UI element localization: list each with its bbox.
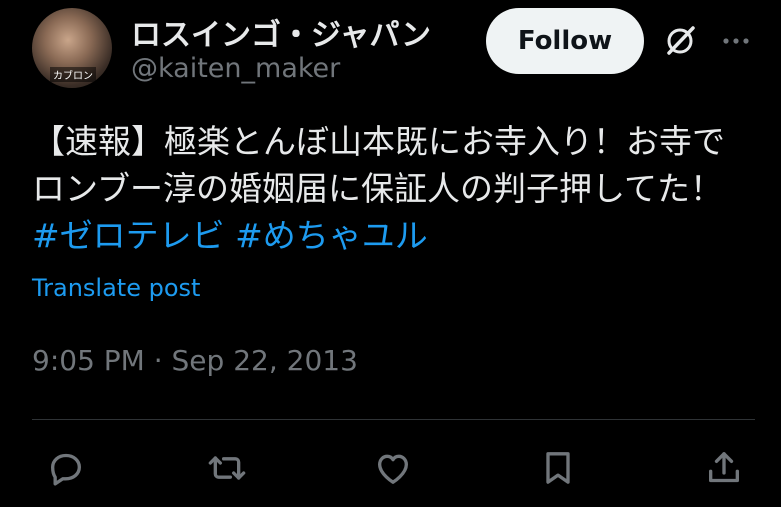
hashtag-line: #ゼロテレビ #めちゃユル [32, 212, 762, 259]
author-handle[interactable]: @kaiten_maker [131, 53, 340, 84]
share-button[interactable] [702, 446, 746, 490]
reply-icon [51, 453, 82, 486]
repost-button[interactable] [205, 446, 249, 490]
share-icon [709, 452, 739, 483]
avatar-caption: カブロン [50, 67, 96, 82]
translate-post-link[interactable]: Translate post [32, 274, 200, 302]
bookmark-icon [546, 452, 570, 484]
author-display-name[interactable]: ロスインゴ・ジャパン [131, 10, 431, 54]
repost-icon [208, 456, 246, 480]
more-icon[interactable] [718, 23, 754, 59]
tweet-text-line: 【速報】極楽とんぼ山本既にお寺入り！お寺で [32, 122, 725, 161]
like-icon [378, 454, 408, 484]
tweet-card: カブロン ロスインゴ・ジャパン @kaiten_maker Follow 【速報… [0, 0, 781, 507]
like-button[interactable] [371, 446, 415, 490]
divider [32, 419, 755, 420]
reply-button[interactable] [44, 446, 88, 490]
bookmark-button[interactable] [536, 446, 580, 490]
grok-icon[interactable] [662, 23, 698, 59]
tweet-text: 【速報】極楽とんぼ山本既にお寺入り！お寺で ロンブー淳の婚姻届に保証人の判子押し… [32, 118, 762, 259]
hashtag-link[interactable]: #めちゃユル [235, 216, 428, 255]
hashtag-link[interactable]: #ゼロテレビ [32, 216, 225, 255]
tweet-timestamp[interactable]: 9:05 PM · Sep 22, 2013 [32, 344, 358, 377]
follow-button[interactable]: Follow [486, 8, 644, 74]
tweet-text-line: ロンブー淳の婚姻届に保証人の判子押してた！ [32, 169, 724, 208]
avatar[interactable]: カブロン [32, 8, 112, 88]
